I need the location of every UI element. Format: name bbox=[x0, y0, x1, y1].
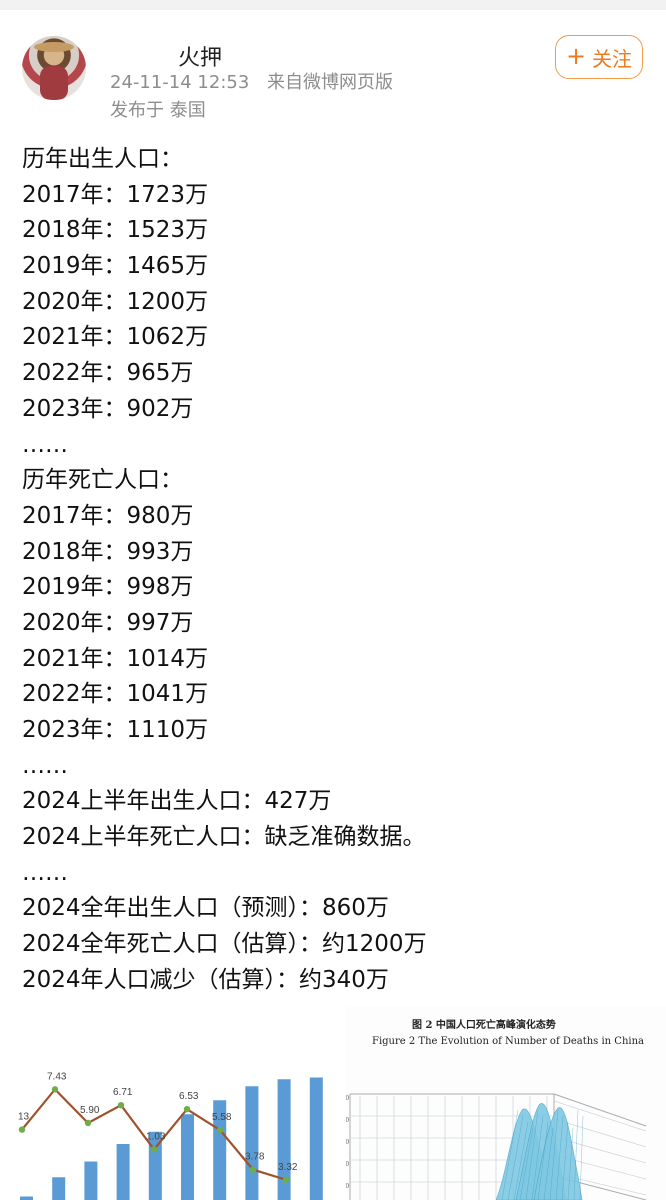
chart-marker bbox=[249, 1166, 257, 1173]
post-text-line: 历年出生人口： bbox=[22, 146, 183, 172]
post-text-line: 2021年：1062万 bbox=[22, 324, 209, 351]
chart-data-label: 1.03 bbox=[146, 1131, 166, 1142]
post-text-line: 2018年：993万 bbox=[22, 538, 194, 565]
post-meta: 24-11-14 12:53 来自微博网页版 bbox=[110, 68, 393, 94]
chart-data-label: 3.78 bbox=[245, 1152, 265, 1163]
post-text-line: 2024年人口减少（估算）：约340万 bbox=[22, 966, 389, 993]
chart-data-label: 6.71 bbox=[113, 1087, 133, 1098]
avatar[interactable] bbox=[22, 36, 86, 100]
post-text-line: 2018年：1523万 bbox=[22, 217, 209, 244]
post-text-line: 2019年：998万 bbox=[22, 574, 194, 601]
figure-surface-mesh bbox=[579, 1115, 584, 1200]
chart-bar bbox=[20, 1196, 33, 1200]
post-text-line: 2021年：1014万 bbox=[22, 645, 209, 672]
post-text-line: 2024上半年出生人口：427万 bbox=[22, 788, 332, 815]
chart-data-label: 7.43 bbox=[47, 1071, 67, 1082]
chart-data-label: 6.53 bbox=[179, 1091, 199, 1102]
figure-axis-tick: 10 bbox=[346, 1138, 350, 1146]
chart-marker bbox=[183, 1105, 191, 1113]
chart-bar bbox=[116, 1144, 130, 1200]
weibo-post-card: 火押 24-11-14 12:53 来自微博网页版 发布于 泰国 + 关注 历年… bbox=[0, 10, 666, 1200]
post-location: 发布于 泰国 bbox=[110, 100, 206, 121]
plus-icon: + bbox=[565, 42, 587, 70]
post-text-line: 2024上半年死亡人口：缺乏准确数据。 bbox=[22, 824, 426, 851]
chart-marker bbox=[84, 1119, 92, 1127]
post-text-line: 历年死亡人口： bbox=[22, 467, 183, 494]
post-text-line: 2019年：1465万 bbox=[22, 253, 209, 280]
figure-axis-depth bbox=[553, 1093, 647, 1127]
chart-bar bbox=[52, 1177, 66, 1200]
chart-data-label: 5.90 bbox=[80, 1105, 100, 1116]
post-text: 历年出生人口： 2017年：1723万 2018年：1523万 2019年：1465万… bbox=[22, 142, 642, 999]
post-time: 24-11-14 12:53 bbox=[110, 72, 250, 93]
chart-bar bbox=[84, 1161, 98, 1200]
post-text-line: 2022年：1041万 bbox=[22, 681, 209, 708]
chart-marker bbox=[18, 1126, 26, 1133]
post-text-line: 2024全年出生人口（预测）：860万 bbox=[22, 895, 389, 922]
chart-marker bbox=[51, 1086, 59, 1093]
post-image-deaths-figure[interactable]: 图 2 中国人口死亡高峰演化态势 Figure 2 The Evolution … bbox=[346, 1006, 666, 1200]
chart-bar bbox=[181, 1114, 194, 1200]
births-chart-svg: 13 7.43 5.90 6.71 1.03 6.53 5.58 3.78 3.32 bbox=[18, 1071, 323, 1200]
post-text-line: …… bbox=[22, 431, 68, 458]
chart-data-label: 13 bbox=[18, 1112, 30, 1123]
post-image-births-chart[interactable]: 13 7.43 5.90 6.71 1.03 6.53 5.58 3.78 3.32 bbox=[0, 1006, 340, 1200]
figure-axis-tick: 10 bbox=[346, 1160, 350, 1168]
post-source: 来自微博网页版 bbox=[267, 72, 394, 93]
post-text-line: 2017年：980万 bbox=[22, 502, 194, 529]
avatar-body-shape bbox=[40, 66, 68, 100]
post-text-line: …… bbox=[22, 859, 68, 886]
post-text-line: 2024全年死亡人口（估算）：约1200万 bbox=[22, 931, 427, 958]
post-text-line: 2023年：902万 bbox=[22, 395, 194, 422]
avatar-hat-shape bbox=[34, 42, 74, 52]
post-text-line: 2017年：1723万 bbox=[22, 181, 209, 208]
post-text-line: 2023年：1110万 bbox=[22, 717, 209, 743]
post-text-line: …… bbox=[22, 752, 68, 779]
chart-marker bbox=[117, 1101, 125, 1109]
post-text-line: 2020年：997万 bbox=[22, 609, 194, 636]
figure-title: 图 2 中国人口死亡高峰演化态势 bbox=[412, 1020, 556, 1031]
figure-subtitle: Figure 2 The Evolution of Number of Deat… bbox=[372, 1036, 644, 1047]
chart-marker bbox=[150, 1146, 158, 1153]
chart-data-label: 5.58 bbox=[212, 1112, 232, 1123]
post-text-line: 2020年：1200万 bbox=[22, 288, 209, 315]
chart-data-label: 3.32 bbox=[278, 1162, 298, 1173]
post-text-line: 2022年：965万 bbox=[22, 360, 194, 387]
chart-marker bbox=[216, 1126, 224, 1134]
follow-button[interactable]: + 关注 bbox=[555, 35, 643, 79]
figure-axis-tick: 20 bbox=[346, 1094, 350, 1102]
figure-axis-tick: 10 bbox=[346, 1182, 350, 1190]
figure-axis-tick: 10 bbox=[346, 1116, 350, 1124]
post-images: 13 7.43 5.90 6.71 1.03 6.53 5.58 3.78 3.32 图 2 中… bbox=[0, 1006, 666, 1200]
chart-bar bbox=[245, 1086, 259, 1200]
follow-label: 关注 bbox=[592, 46, 633, 71]
chart-bar bbox=[309, 1077, 323, 1200]
chart-marker bbox=[282, 1176, 290, 1183]
